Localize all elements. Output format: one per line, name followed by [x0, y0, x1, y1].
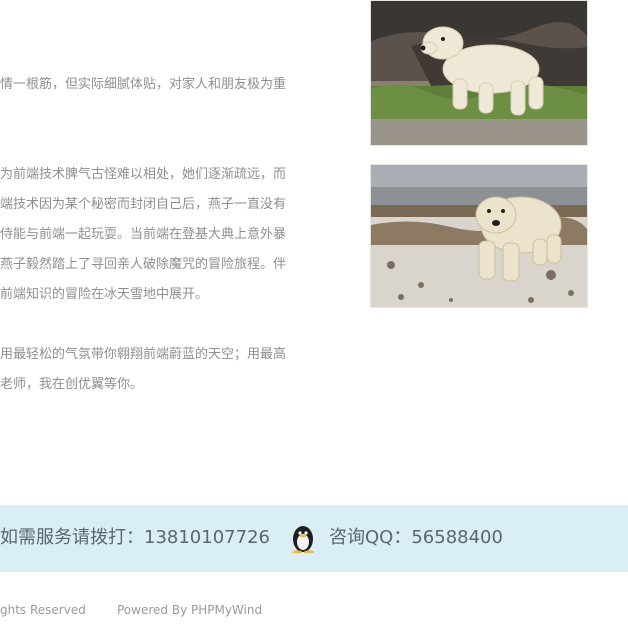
intro-paragraph-2: 为前端技术脾气古怪难以相处，她们逐渐疏远，而 端技术因为某个秘密而封闭自己后，燕… — [0, 160, 304, 310]
contact-band: 如需服务请拨打：13810107726 咨询QQ：56588400 — [0, 505, 628, 572]
service-phone-text: 如需服务请拨打：13810107726 — [0, 527, 270, 548]
penguin-icon — [290, 523, 316, 554]
qq-contact-link[interactable]: 咨询QQ：56588400 — [329, 523, 503, 553]
intro-line: 前端知识的冒险在冰天雪地中展开。 — [0, 287, 209, 302]
intro-line: 燕子毅然踏上了寻回亲人破除魔咒的冒险旅程。伴 — [0, 257, 287, 272]
intro-line: 为前端技术脾气古怪难以相处，她们逐渐疏远，而 — [0, 167, 287, 182]
intro-line: 端技术因为某个秘密而封闭自己后，燕子一直没有 — [0, 197, 287, 212]
copyright-text: ghts Reserved — [0, 603, 86, 617]
intro-line: 老师，我在创优翼等你。 — [0, 377, 144, 392]
polar-bear-walking-image — [371, 1, 587, 145]
intro-line: 用最轻松的气氛带你翱翔前端蔚蓝的天空；用最高 — [0, 347, 287, 362]
intro-paragraph-1: 情一根筋，但实际细腻体贴，对家人和朋友极为重 — [0, 70, 304, 100]
polar-bear-photo-2 — [370, 164, 588, 308]
powered-by-link[interactable]: Powered By PHPMyWind — [117, 600, 262, 620]
intro-line: 侍能与前端一起玩耍。当前端在登基大典上意外暴 — [0, 227, 287, 242]
polar-bear-snow-image — [371, 165, 587, 307]
intro-paragraph-3: 用最轻松的气氛带你翱翔前端蔚蓝的天空；用最高 老师，我在创优翼等你。 — [0, 340, 304, 400]
polar-bear-photo-1 — [370, 0, 588, 146]
intro-line: 情一根筋，但实际细腻体贴，对家人和朋友极为重 — [0, 77, 287, 92]
